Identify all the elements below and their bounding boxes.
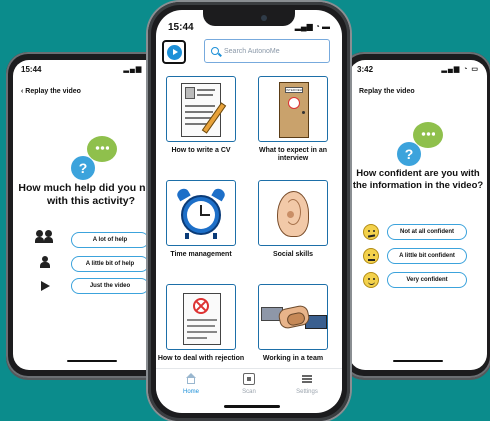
speech-bubble-green-icon [413, 122, 443, 148]
tab-settings[interactable]: Settings [282, 373, 332, 395]
question-bubble-icon: ? [397, 142, 421, 166]
card-label: How to deal with rejection [157, 355, 245, 362]
two-people-icon [35, 230, 57, 244]
center-phone: 15:44 ▂▄▆ ◔ ▬ Search AutonoMe How to wri… [148, 2, 350, 421]
back-button[interactable]: ‹ Replay the video [21, 88, 81, 95]
back-button[interactable]: Replay the video [359, 88, 415, 95]
home-indicator [393, 360, 443, 362]
phone-notch [203, 10, 295, 26]
happy-face-icon [363, 272, 379, 288]
interview-door-icon: INTERVIEW [258, 76, 328, 142]
search-placeholder: Search AutonoMe [224, 47, 280, 55]
play-icon [166, 44, 182, 60]
option-a-little-bit-of-help[interactable]: A little bit of help [71, 256, 149, 272]
card-how-to-deal-with-rejection[interactable]: How to deal with rejection [158, 284, 244, 363]
right-phone-screen: 3:42 ▂▄▆ ◔ ▭ Replay the video ? How conf… [349, 60, 487, 370]
option-a-lot-of-help[interactable]: A lot of help [71, 232, 149, 248]
right-phone: 3:42 ▂▄▆ ◔ ▭ Replay the video ? How conf… [342, 52, 490, 378]
status-time: 15:44 [21, 65, 42, 74]
option-a-little-bit-confident[interactable]: A little bit confident [387, 248, 467, 264]
neutral-face-icon [363, 248, 379, 264]
door-sign: INTERVIEW [285, 87, 303, 93]
chevron-left-icon: ‹ [21, 88, 24, 95]
alarm-clock-icon [166, 180, 236, 246]
home-indicator [224, 405, 280, 408]
search-input[interactable]: Search AutonoMe [204, 39, 330, 63]
status-bar: 3:42 ▂▄▆ ◔ ▭ [349, 63, 487, 75]
speech-bubble-green-icon [87, 136, 117, 162]
signal-wifi-battery-icon: ▂▄▆ ◔ ▬ [294, 22, 330, 31]
card-label: Time management [170, 251, 232, 258]
card-label: What to expect in an interview [258, 147, 328, 162]
search-icon [211, 47, 219, 55]
tab-scan[interactable]: Scan [224, 373, 274, 395]
left-phone-screen: 15:44 ▂▄▆ ◔ ▭ ‹ Replay the video ? How m… [13, 60, 169, 370]
tab-label: Home [182, 389, 199, 395]
card-social-skills[interactable]: Social skills [258, 180, 328, 259]
cv-document-icon [166, 76, 236, 142]
tab-label: Scan [242, 389, 256, 395]
status-time: 15:44 [168, 22, 194, 33]
card-label: How to write a CV [171, 147, 231, 154]
tab-label: Settings [296, 389, 318, 395]
option-very-confident[interactable]: Very confident [387, 272, 467, 288]
card-working-in-a-team[interactable]: Working in a team [258, 284, 328, 363]
status-bar: 15:44 ▂▄▆ ◔ ▭ [13, 63, 169, 75]
back-label: Replay the video [25, 88, 81, 95]
play-arrow-icon [41, 281, 50, 291]
tab-home[interactable]: Home [166, 373, 216, 395]
question-bubble-icon: ? [71, 156, 95, 180]
scan-icon [243, 373, 255, 385]
play-video-button[interactable] [162, 40, 186, 64]
card-how-to-write-a-cv[interactable]: How to write a CV [166, 76, 236, 155]
camera-icon [261, 15, 267, 21]
question-text: How confident are you with the informati… [352, 168, 484, 191]
rejection-letter-icon [166, 284, 236, 350]
back-label: Replay the video [359, 88, 415, 95]
home-icon [185, 373, 197, 385]
person-icon [39, 256, 51, 270]
question-text: How much help did you need with this act… [18, 182, 164, 207]
signal-wifi-battery-icon: ▂▄▆ ◔ ▭ [441, 66, 479, 73]
option-just-the-video[interactable]: Just the video [71, 278, 149, 294]
status-time: 3:42 [357, 65, 374, 74]
card-label: Working in a team [262, 355, 324, 362]
card-time-management[interactable]: Time management [166, 180, 236, 259]
home-indicator [67, 360, 117, 362]
menu-icon [301, 373, 313, 385]
option-not-at-all-confident[interactable]: Not at all confident [387, 224, 467, 240]
ear-icon [258, 180, 328, 246]
card-what-to-expect-in-an-interview[interactable]: INTERVIEW What to expect in an interview [258, 76, 328, 163]
unsure-face-icon [363, 224, 379, 240]
bottom-tab-bar: Home Scan Settings [156, 368, 342, 406]
center-phone-screen: 15:44 ▂▄▆ ◔ ▬ Search AutonoMe How to wri… [156, 10, 342, 413]
handshake-icon [258, 284, 328, 350]
card-label: Social skills [272, 251, 314, 258]
